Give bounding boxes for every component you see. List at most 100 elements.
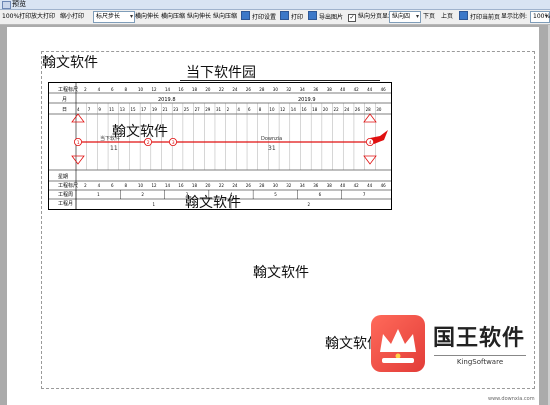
task-duration-1: 11 [110,145,118,152]
v-stretch-button[interactable]: 纵向伸长 [186,11,212,23]
day-tick-label: 23 [173,107,179,112]
display-ratio-select[interactable]: 100% [530,11,550,23]
zoom-out-button[interactable]: 缩小打印 [59,11,85,23]
schedule-tick-bottom: 42 [354,183,360,188]
row-label-month: 月 [62,97,67,103]
schedule-tick-bottom: 8 [125,183,128,188]
row-label-workmonth: 工程月 [58,200,73,207]
schedule-tick-bottom: 10 [138,183,144,188]
day-tick-label: 13 [120,107,126,112]
schedule-tick-top: 14 [165,87,171,92]
day-tick-label: 8 [259,107,262,112]
print-label: 打印 [291,14,304,21]
schedule-tick-bottom: 20 [205,183,211,188]
day-tick-label: 18 [312,107,318,112]
day-tick-label: 20 [323,107,329,112]
schedule-tick-top: 22 [219,87,225,92]
schedule-tick-bottom: 16 [178,183,184,188]
next-page-button[interactable]: 下页 [422,11,436,23]
zoom-in-button[interactable]: 放大打印 [30,11,56,23]
day-tick-label: 12 [280,107,286,112]
schedule-tick-bottom: 6 [111,183,114,188]
print-current-icon [459,11,468,20]
schedule-tick-top: 16 [178,87,184,92]
day-tick-label: 7 [88,107,91,112]
day-tick-label: 19 [152,107,158,112]
toolbar: 100%打印 放大打印 缩小打印 标尺步长 横向伸长 横向压缩 纵向伸长 纵向压… [0,10,550,25]
watermark-center: 翰文软件 [253,265,309,281]
logo-crown-icon [371,315,425,372]
schedule-tick-top: 34 [300,87,306,92]
row-label-schedule-bottom: 工程标尺 [58,182,78,189]
day-tick-label: 22 [334,107,340,112]
day-tick-label: 4 [237,107,240,112]
schedule-tick-top: 46 [381,87,387,92]
schedule-tick-top: 42 [354,87,360,92]
export-image-button[interactable]: 导出图片 [307,11,344,23]
month-label-2: 2019.9 [298,97,316,103]
day-tick-label: 29 [205,107,211,112]
print-current-button[interactable]: 打印当前页 [458,11,501,23]
logo-subtitle: KingSoftware [434,355,526,368]
schedule-tick-top: 32 [286,87,292,92]
h-stretch-button[interactable]: 横向伸长 [134,11,160,23]
schedule-tick-bottom: 26 [246,183,252,188]
schedule-tick-bottom: 4 [98,183,101,188]
schedule-tick-bottom: 32 [286,183,292,188]
window-titlebar: 预览 [0,0,550,10]
image-icon [308,11,317,20]
watermark-top-left: 翰文软件 [42,55,98,71]
page-split-checkbox[interactable]: ✓ 纵向分页显示 [347,11,395,23]
schedule-tick-bottom: 2 [84,183,87,188]
week-tick-label: 1 [97,192,100,197]
logo-title: 国王软件 [433,325,526,351]
week-tick-label: 5 [274,192,277,197]
schedule-tick-bottom: 38 [327,183,333,188]
row-label-schedule: 工程标尺 [58,86,78,93]
schedule-tick-top: 20 [205,87,211,92]
schedule-tick-top: 30 [273,87,279,92]
day-tick-label: 25 [184,107,190,112]
node-label: 4 [369,140,372,146]
schedule-tick-top: 44 [367,87,373,92]
schedule-tick-bottom: 40 [340,183,346,188]
h-compress-button[interactable]: 横向压缩 [160,11,186,23]
schedule-tick-top: 18 [192,87,198,92]
schedule-tick-bottom: 36 [313,183,319,188]
orientation-select[interactable]: 纵向四 [389,11,421,23]
task-name-2: Downzia [261,136,282,142]
day-tick-label: 6 [248,107,251,112]
schedule-tick-bottom: 14 [165,183,171,188]
watermark-gantt-1: 翰文软件 [112,124,168,140]
schedule-tick-top: 24 [232,87,238,92]
display-ratio-label: 显示比例: [501,13,528,20]
schedule-tick-bottom: 22 [219,183,225,188]
print-button[interactable]: 打印 [279,11,304,23]
app-icon [2,1,11,9]
window-title: 预览 [12,0,26,8]
week-tick-label: 6 [319,192,322,197]
schedule-tick-top: 12 [151,87,157,92]
zoom-full-button[interactable]: 100%打印 [1,11,32,23]
task-duration-2: 31 [268,145,276,152]
v-compress-button[interactable]: 纵向压缩 [212,11,238,23]
row-label-day: 日 [62,107,67,113]
day-tick-label: 14 [291,107,297,112]
schedule-tick-top: 10 [138,87,144,92]
print-setup-label: 打印设置 [252,14,277,21]
day-tick-label: 16 [301,107,307,112]
prev-page-button[interactable]: 上页 [440,11,454,23]
month-label-1: 2019.8 [158,97,176,103]
day-tick-label: 24 [344,107,350,112]
print-setup-button[interactable]: 打印设置 [240,11,277,23]
schedule-tick-bottom: 12 [151,183,157,188]
ruler-step-select[interactable]: 标尺步长 [93,11,135,23]
printer-icon [280,11,289,20]
schedule-tick-top: 4 [98,87,101,92]
schedule-tick-bottom: 30 [273,183,279,188]
schedule-tick-top: 8 [125,87,128,92]
schedule-tick-bottom: 28 [259,183,265,188]
day-tick-label: 27 [195,107,201,112]
schedule-tick-top: 6 [111,87,114,92]
title-underline [180,80,380,81]
